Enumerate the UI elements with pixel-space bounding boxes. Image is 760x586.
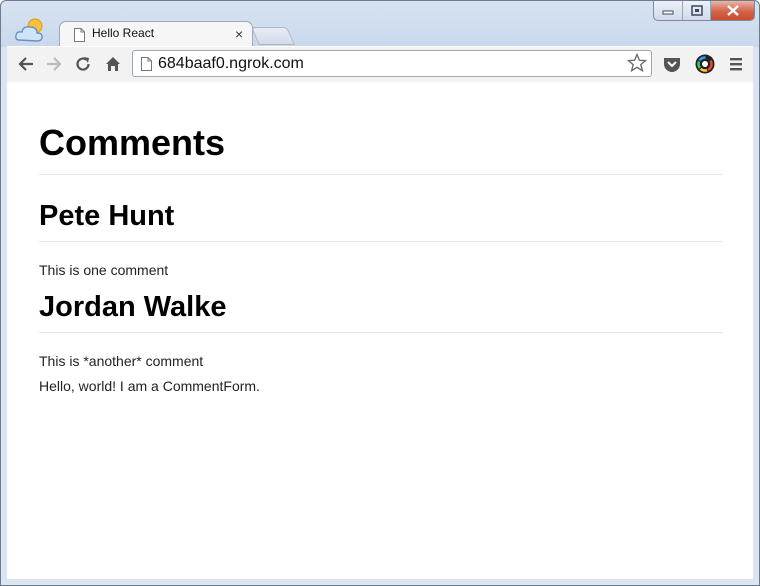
extension-button[interactable] <box>694 53 716 75</box>
browser-window: Hello React × 684baaf0.ngrok.com Comment… <box>0 0 760 586</box>
comment-author: Jordan Walke <box>39 290 723 333</box>
restore-button[interactable] <box>681 1 711 20</box>
restore-icon <box>690 5 703 16</box>
bookmark-star-icon[interactable] <box>627 53 647 73</box>
forward-button[interactable] <box>43 53 65 75</box>
weather-icon <box>15 18 43 42</box>
pocket-button[interactable] <box>661 53 683 75</box>
new-tab-button[interactable] <box>250 27 296 45</box>
tab-title: Hello React <box>92 26 155 40</box>
comment-text: This is one comment <box>39 262 169 278</box>
address-bar[interactable]: 684baaf0.ngrok.com <box>132 50 652 77</box>
comment-author: Pete Hunt <box>39 199 723 242</box>
page-title: Comments <box>39 123 723 175</box>
window-controls <box>653 1 755 21</box>
menu-button[interactable] <box>725 53 747 75</box>
close-window-button[interactable] <box>710 1 754 20</box>
comment-box: Comments Pete Hunt This is one comment J… <box>39 82 723 394</box>
title-bar: Hello React × <box>1 1 759 47</box>
forward-arrow-icon <box>47 57 62 71</box>
browser-toolbar: 684baaf0.ngrok.com <box>7 46 753 83</box>
pocket-icon <box>664 58 680 72</box>
reload-icon <box>76 57 90 71</box>
minimize-icon <box>662 10 674 15</box>
page-icon <box>141 57 152 71</box>
minimize-button[interactable] <box>654 1 682 20</box>
reload-button[interactable] <box>72 53 94 75</box>
page-icon <box>74 28 85 42</box>
back-arrow-icon <box>18 57 33 71</box>
hamburger-menu-icon <box>730 58 742 71</box>
comment-text: This is *another* comment <box>39 353 204 369</box>
home-button[interactable] <box>102 53 124 75</box>
url-text[interactable]: 684baaf0.ngrok.com <box>158 55 304 73</box>
close-tab-icon[interactable]: × <box>235 26 243 42</box>
back-button[interactable] <box>15 53 37 75</box>
close-icon <box>727 5 740 16</box>
color-wheel-icon <box>695 54 715 74</box>
comment-form: Hello, world! I am a CommentForm. <box>39 378 260 394</box>
home-icon <box>106 57 120 71</box>
page-content: Comments Pete Hunt This is one comment J… <box>7 82 753 579</box>
tab-hello-react[interactable]: Hello React × <box>59 21 253 47</box>
